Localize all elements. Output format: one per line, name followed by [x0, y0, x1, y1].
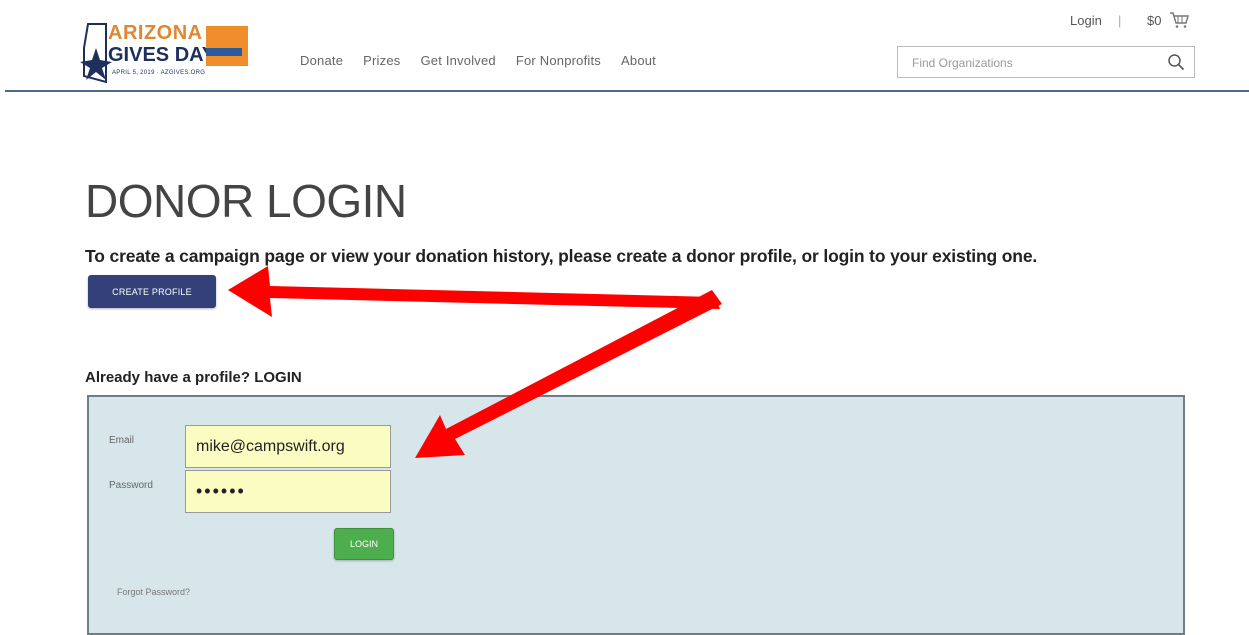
nav-get-involved[interactable]: Get Involved [420, 53, 495, 68]
logo-badge [206, 26, 248, 66]
password-field[interactable] [185, 470, 391, 513]
nav-for-nonprofits[interactable]: For Nonprofits [516, 53, 601, 68]
logo-text-arizona: ARIZONA [108, 22, 203, 44]
header-divider: | [1118, 13, 1122, 28]
header-login-link[interactable]: Login [1070, 13, 1102, 28]
logo-text-gives-day: GIVES DAY [108, 44, 216, 66]
logo-text-date: APRIL 5, 2019 · AZGIVES.ORG [112, 70, 206, 76]
nav-about[interactable]: About [621, 53, 656, 68]
search-box [897, 46, 1195, 78]
email-label: Email [109, 435, 135, 446]
nav-prizes[interactable]: Prizes [363, 53, 400, 68]
cart-icon[interactable] [1169, 11, 1189, 29]
page-title: DONOR LOGIN [85, 175, 407, 227]
create-profile-button[interactable]: CREATE PROFILE [88, 275, 216, 308]
site-header: ARIZONA GIVES DAY APRIL 5, 2019 · AZGIVE… [0, 0, 1249, 92]
header-divider-line [5, 90, 1249, 92]
nav-donate[interactable]: Donate [300, 53, 343, 68]
red-arrow-create-profile [228, 266, 720, 317]
email-field[interactable] [185, 425, 391, 468]
login-button[interactable]: LOGIN [334, 528, 394, 560]
main-nav: Donate Prizes Get Involved For Nonprofit… [300, 53, 676, 68]
search-input[interactable] [910, 55, 1154, 71]
site-logo[interactable]: ARIZONA GIVES DAY APRIL 5, 2019 · AZGIVE… [78, 14, 252, 90]
forgot-password-link[interactable]: Forgot Password? [117, 587, 190, 597]
search-icon[interactable] [1167, 53, 1185, 71]
login-form-panel: Email Password LOGIN Forgot Password? [87, 395, 1185, 635]
intro-text: To create a campaign page or view your d… [85, 246, 1038, 266]
logo-badge-tag [206, 48, 242, 56]
cart-amount[interactable]: $0 [1147, 13, 1161, 28]
password-label: Password [109, 480, 153, 491]
login-heading: Already have a profile? LOGIN [85, 369, 302, 386]
